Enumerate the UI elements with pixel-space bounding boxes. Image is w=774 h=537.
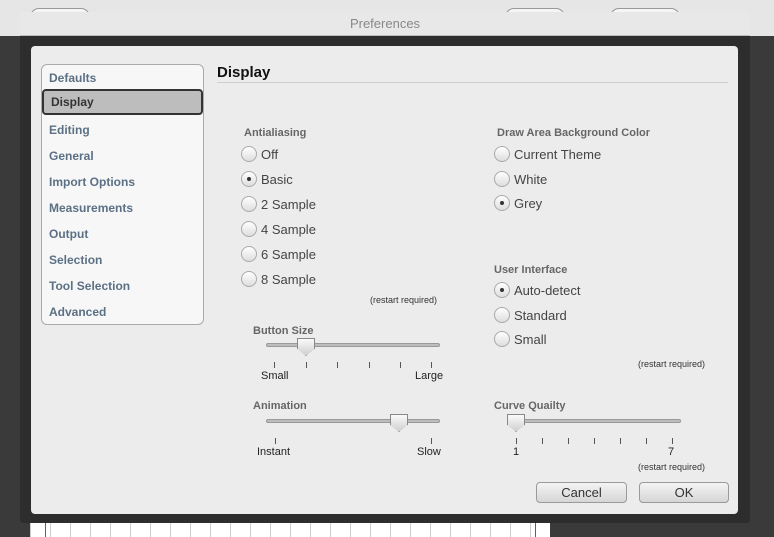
background-option-white[interactable]: White bbox=[494, 169, 547, 189]
slider-tick bbox=[672, 438, 673, 444]
background-option-current-theme[interactable]: Current Theme bbox=[494, 144, 601, 164]
slider-tick bbox=[274, 362, 275, 368]
curve-quality-slider-track[interactable] bbox=[507, 419, 681, 423]
antialiasing-restart-note: (restart required) bbox=[370, 295, 438, 305]
slider-tick bbox=[337, 362, 338, 368]
sidebar-item-display[interactable]: Display bbox=[42, 89, 203, 115]
slider-tick bbox=[516, 438, 517, 444]
antialiasing-option-8-sample[interactable]: 8 Sample bbox=[241, 269, 316, 289]
radio-button[interactable] bbox=[241, 146, 257, 162]
dialog-content: Defaults Display Editing General Import … bbox=[31, 46, 738, 514]
antialiasing-option-basic[interactable]: Basic bbox=[241, 169, 293, 189]
sidebar-item-import-options[interactable]: Import Options bbox=[42, 169, 203, 195]
slider-tick bbox=[400, 362, 401, 368]
animation-slider-thumb[interactable] bbox=[390, 414, 408, 432]
radio-button[interactable] bbox=[241, 221, 257, 237]
curve-quality-slider-thumb[interactable] bbox=[507, 414, 525, 432]
radio-button[interactable] bbox=[241, 271, 257, 287]
slider-tick bbox=[275, 438, 276, 444]
ok-button[interactable]: OK bbox=[639, 482, 729, 503]
radio-button[interactable] bbox=[494, 307, 510, 323]
button-size-label: Button Size bbox=[253, 325, 314, 337]
preferences-dialog: Preferences Defaults Display Editing Gen… bbox=[20, 12, 750, 523]
button-size-max-label: Large bbox=[415, 370, 444, 382]
ui-option-small[interactable]: Small bbox=[494, 329, 547, 349]
sidebar-item-selection[interactable]: Selection bbox=[42, 247, 203, 273]
sidebar: Defaults Display Editing General Import … bbox=[41, 64, 204, 325]
animation-min-label: Instant bbox=[257, 446, 291, 458]
user-interface-label: User Interface bbox=[494, 264, 568, 276]
ui-option-auto-detect[interactable]: Auto-detect bbox=[494, 280, 581, 300]
sidebar-item-defaults[interactable]: Defaults bbox=[42, 65, 203, 91]
radio-button-selected[interactable] bbox=[494, 195, 510, 211]
animation-label: Animation bbox=[253, 400, 307, 412]
radio-button-selected[interactable] bbox=[241, 171, 257, 187]
radio-button[interactable] bbox=[241, 196, 257, 212]
curve-quality-restart-note: (restart required) bbox=[638, 462, 706, 472]
slider-tick bbox=[431, 362, 432, 368]
ui-option-standard[interactable]: Standard bbox=[494, 305, 567, 325]
slider-tick bbox=[431, 438, 432, 444]
cancel-button[interactable]: Cancel bbox=[536, 482, 627, 503]
title-divider bbox=[217, 82, 728, 83]
slider-tick bbox=[369, 362, 370, 368]
sidebar-item-output[interactable]: Output bbox=[42, 221, 203, 247]
radio-button-selected[interactable] bbox=[494, 282, 510, 298]
radio-button[interactable] bbox=[494, 171, 510, 187]
slider-tick bbox=[542, 438, 543, 444]
ui-restart-note: (restart required) bbox=[638, 359, 706, 369]
antialiasing-option-2-sample[interactable]: 2 Sample bbox=[241, 194, 316, 214]
radio-button[interactable] bbox=[494, 146, 510, 162]
radio-button[interactable] bbox=[241, 246, 257, 262]
antialiasing-option-6-sample[interactable]: 6 Sample bbox=[241, 244, 316, 264]
antialiasing-label: Antialiasing bbox=[244, 127, 307, 139]
slider-tick bbox=[568, 438, 569, 444]
animation-max-label: Slow bbox=[417, 446, 441, 458]
slider-tick bbox=[620, 438, 621, 444]
button-size-slider-track[interactable] bbox=[266, 343, 440, 347]
antialiasing-option-4-sample[interactable]: 4 Sample bbox=[241, 219, 316, 239]
background-color-label: Draw Area Background Color bbox=[497, 127, 651, 139]
sidebar-item-general[interactable]: General bbox=[42, 143, 203, 169]
button-size-min-label: Small bbox=[261, 370, 289, 382]
antialiasing-option-off[interactable]: Off bbox=[241, 144, 278, 164]
sidebar-item-advanced[interactable]: Advanced bbox=[42, 299, 203, 324]
curve-quality-max-label: 7 bbox=[668, 446, 675, 458]
button-size-slider-thumb[interactable] bbox=[297, 338, 315, 356]
sidebar-item-tool-selection[interactable]: Tool Selection bbox=[42, 273, 203, 299]
sidebar-item-measurements[interactable]: Measurements bbox=[42, 195, 203, 221]
animation-slider-track[interactable] bbox=[266, 419, 440, 423]
page-title: Display bbox=[217, 64, 271, 81]
slider-tick bbox=[594, 438, 595, 444]
curve-quality-min-label: 1 bbox=[513, 446, 520, 458]
sidebar-item-editing[interactable]: Editing bbox=[42, 117, 203, 143]
slider-tick bbox=[646, 438, 647, 444]
radio-button[interactable] bbox=[494, 331, 510, 347]
curve-quality-label: Curve Quailty bbox=[494, 400, 566, 412]
background-option-grey[interactable]: Grey bbox=[494, 193, 542, 213]
slider-tick bbox=[306, 362, 307, 368]
window-title: Preferences bbox=[20, 12, 750, 36]
